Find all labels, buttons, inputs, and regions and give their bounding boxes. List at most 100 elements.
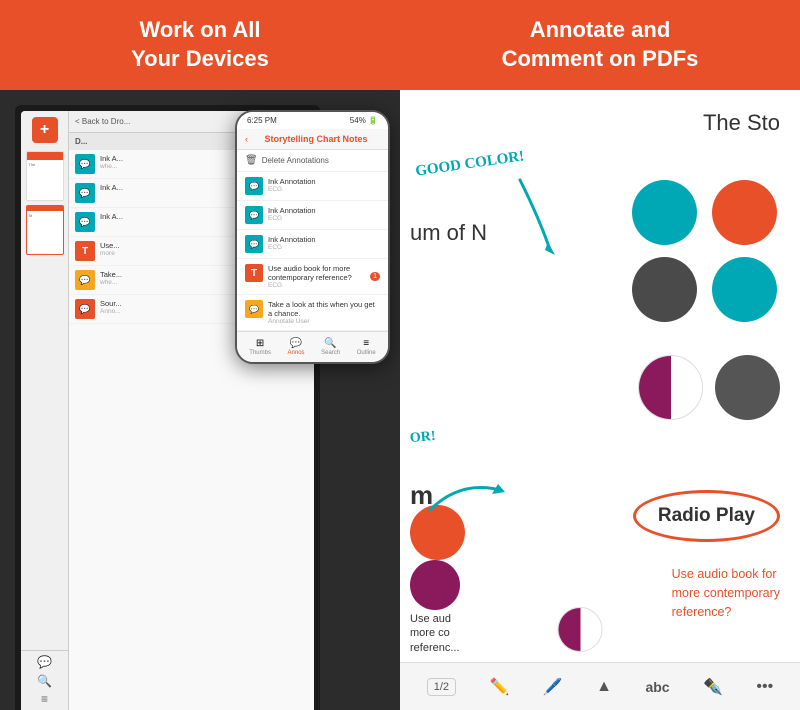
- phone-nav-bar: ‹ Storytelling Chart Notes: [237, 129, 388, 150]
- annot-icon-4: T: [75, 241, 95, 261]
- small-pie-white: [580, 608, 602, 651]
- phone-icon-3: 💬: [245, 235, 263, 253]
- banner-left-title: Work on All Your Devices: [131, 16, 269, 73]
- thumbs-label: Thumbs: [249, 350, 271, 356]
- text-icon: abc: [645, 679, 669, 695]
- back-text: < Back to Dro...: [75, 117, 130, 126]
- pie-chart-1: [638, 355, 703, 420]
- page-indicator: 1/2: [427, 678, 456, 696]
- thumbs-icon: ⊞: [256, 338, 264, 349]
- sidebar-annot-icon[interactable]: 💬: [37, 655, 52, 669]
- bottom-sidebar-buttons: 💬 🔍 ≡: [21, 650, 69, 710]
- phone-item-text-3: Ink Annotation ECG: [268, 235, 380, 251]
- main-content: + The St 💬 🔍 ≡: [0, 90, 800, 710]
- circles-grid: [632, 180, 780, 322]
- phone-item-text-1: Ink Annotation ECG: [268, 177, 380, 193]
- phone-mockup: 6:25 PM 54% 🔋 ‹ Storytelling Chart Notes…: [235, 110, 390, 364]
- circle-teal-1: [632, 180, 697, 245]
- phone-item-title-1: Ink Annotation: [268, 177, 380, 186]
- shape-icon: ▲: [596, 678, 612, 696]
- phone-tab-annos[interactable]: 💬 Annos: [288, 338, 305, 356]
- annos-icon: 💬: [290, 338, 302, 349]
- annot-icon-5: 💬: [75, 270, 95, 290]
- app-sidebar-thumbs: + The St: [21, 111, 69, 650]
- radio-play-label: Radio Play: [633, 490, 780, 542]
- comment-text: Use audio book formore contemporaryrefer…: [672, 567, 780, 619]
- banner-left-line2: Your Devices: [131, 46, 269, 71]
- circle-teal-2: [712, 257, 777, 322]
- sidebar-outline-icon[interactable]: ≡: [41, 692, 48, 706]
- banner-right-line1: Annotate and: [530, 17, 671, 42]
- phone-list-item-5[interactable]: 💬 Take a look at this when you get a cha…: [237, 295, 388, 331]
- tool-signature[interactable]: ✒️: [703, 677, 723, 697]
- phone-status-bar: 6:25 PM 54% 🔋: [237, 112, 388, 129]
- top-banner: Work on All Your Devices Annotate and Co…: [0, 0, 800, 90]
- tool-pen[interactable]: 🖊️: [543, 677, 563, 697]
- phone-tab-outline[interactable]: ≡ Outline: [357, 338, 376, 356]
- pdf-comment: Use audio book formore contemporaryrefer…: [672, 565, 780, 621]
- outline-label: Outline: [357, 350, 376, 356]
- annot-icon-2: 💬: [75, 183, 95, 203]
- phone-item-sub-3: ECG: [268, 244, 380, 251]
- circle-maroon-small: [410, 560, 460, 610]
- phone-list-item-3[interactable]: 💬 Ink Annotation ECG: [237, 230, 388, 259]
- banner-right: Annotate and Comment on PDFs: [400, 16, 800, 73]
- phone-back-button[interactable]: ‹: [245, 134, 248, 144]
- left-panel: + The St 💬 🔍 ≡: [0, 90, 400, 710]
- phone-item-title-3: Ink Annotation: [268, 235, 380, 244]
- banner-left-line1: Work on All: [140, 17, 261, 42]
- tool-more[interactable]: •••: [756, 678, 773, 696]
- search-label: Search: [321, 350, 340, 356]
- circle-orange: [712, 180, 777, 245]
- phone-time: 6:25 PM: [247, 116, 277, 125]
- phone-tab-search[interactable]: 🔍 Search: [321, 338, 340, 356]
- annotation-arrow-2: [420, 460, 520, 520]
- right-panel: The Sto GOOD COLOR! um of N: [400, 90, 800, 710]
- phone-annotation-list: 💬 Ink Annotation ECG 💬 Ink Annotation EC…: [237, 172, 388, 331]
- phone-icon-5: 💬: [245, 300, 263, 318]
- annos-label: Annos: [288, 350, 305, 356]
- phone-list-item-4[interactable]: T Use audio book for more contemporary r…: [237, 259, 388, 295]
- highlight-icon: ✏️: [489, 677, 509, 697]
- tool-text[interactable]: abc: [645, 679, 669, 695]
- circle-gray: [715, 355, 780, 420]
- phone-tab-thumbs[interactable]: ⊞ Thumbs: [249, 338, 271, 356]
- annotation-or-text: OR!: [409, 429, 436, 447]
- phone-badge-4: 1: [370, 272, 380, 281]
- partial-bottom-text: Use audmore coreferenc...: [410, 612, 460, 655]
- phone-nav-title: Storytelling Chart Notes: [252, 134, 380, 144]
- delete-label[interactable]: Delete Annotations: [262, 156, 329, 165]
- phone-item-sub-1: ECG: [268, 186, 380, 193]
- pen-icon: 🖊️: [543, 677, 563, 697]
- phone-icon-1: 💬: [245, 177, 263, 195]
- tool-highlight[interactable]: ✏️: [489, 677, 509, 697]
- pdf-toolbar: 1/2 ✏️ 🖊️ ▲ abc ✒️ •••: [400, 662, 800, 710]
- phone-item-title-4: Use audio book for more contemporary ref…: [268, 264, 365, 282]
- phone-list-item-1[interactable]: 💬 Ink Annotation ECG: [237, 172, 388, 201]
- phone-list-item-2[interactable]: 💬 Ink Annotation ECG: [237, 201, 388, 230]
- banner-left: Work on All Your Devices: [0, 16, 400, 73]
- trash-icon: 🗑: [245, 155, 258, 166]
- phone-delete-bar: 🗑 Delete Annotations: [237, 150, 388, 172]
- annotation-arrow: [460, 170, 580, 270]
- annot-icon-1: 💬: [75, 154, 95, 174]
- phone-battery: 54% 🔋: [350, 116, 378, 125]
- thumbnail-item-1[interactable]: The: [26, 151, 64, 201]
- add-button[interactable]: +: [32, 117, 58, 143]
- small-pie-chart: [558, 607, 603, 652]
- sidebar-search-icon[interactable]: 🔍: [37, 674, 52, 688]
- signature-icon: ✒️: [703, 677, 723, 697]
- small-pie-segment: [559, 608, 581, 651]
- tool-shape[interactable]: ▲: [596, 678, 612, 696]
- phone-icon-4: T: [245, 264, 263, 282]
- outline-icon: ≡: [363, 338, 369, 349]
- phone-bottom-bar: ⊞ Thumbs 💬 Annos 🔍 Search ≡ Outline: [237, 331, 388, 362]
- phone-item-text-2: Ink Annotation ECG: [268, 206, 380, 222]
- annot-icon-3: 💬: [75, 212, 95, 232]
- phone-item-text-5: Take a look at this when you get a chanc…: [268, 300, 380, 325]
- search-icon: 🔍: [324, 338, 336, 349]
- phone-icon-2: 💬: [245, 206, 263, 224]
- thumbnail-item-2[interactable]: St: [26, 205, 64, 255]
- banner-right-title: Annotate and Comment on PDFs: [502, 16, 699, 73]
- pie-segment-1: [639, 356, 671, 419]
